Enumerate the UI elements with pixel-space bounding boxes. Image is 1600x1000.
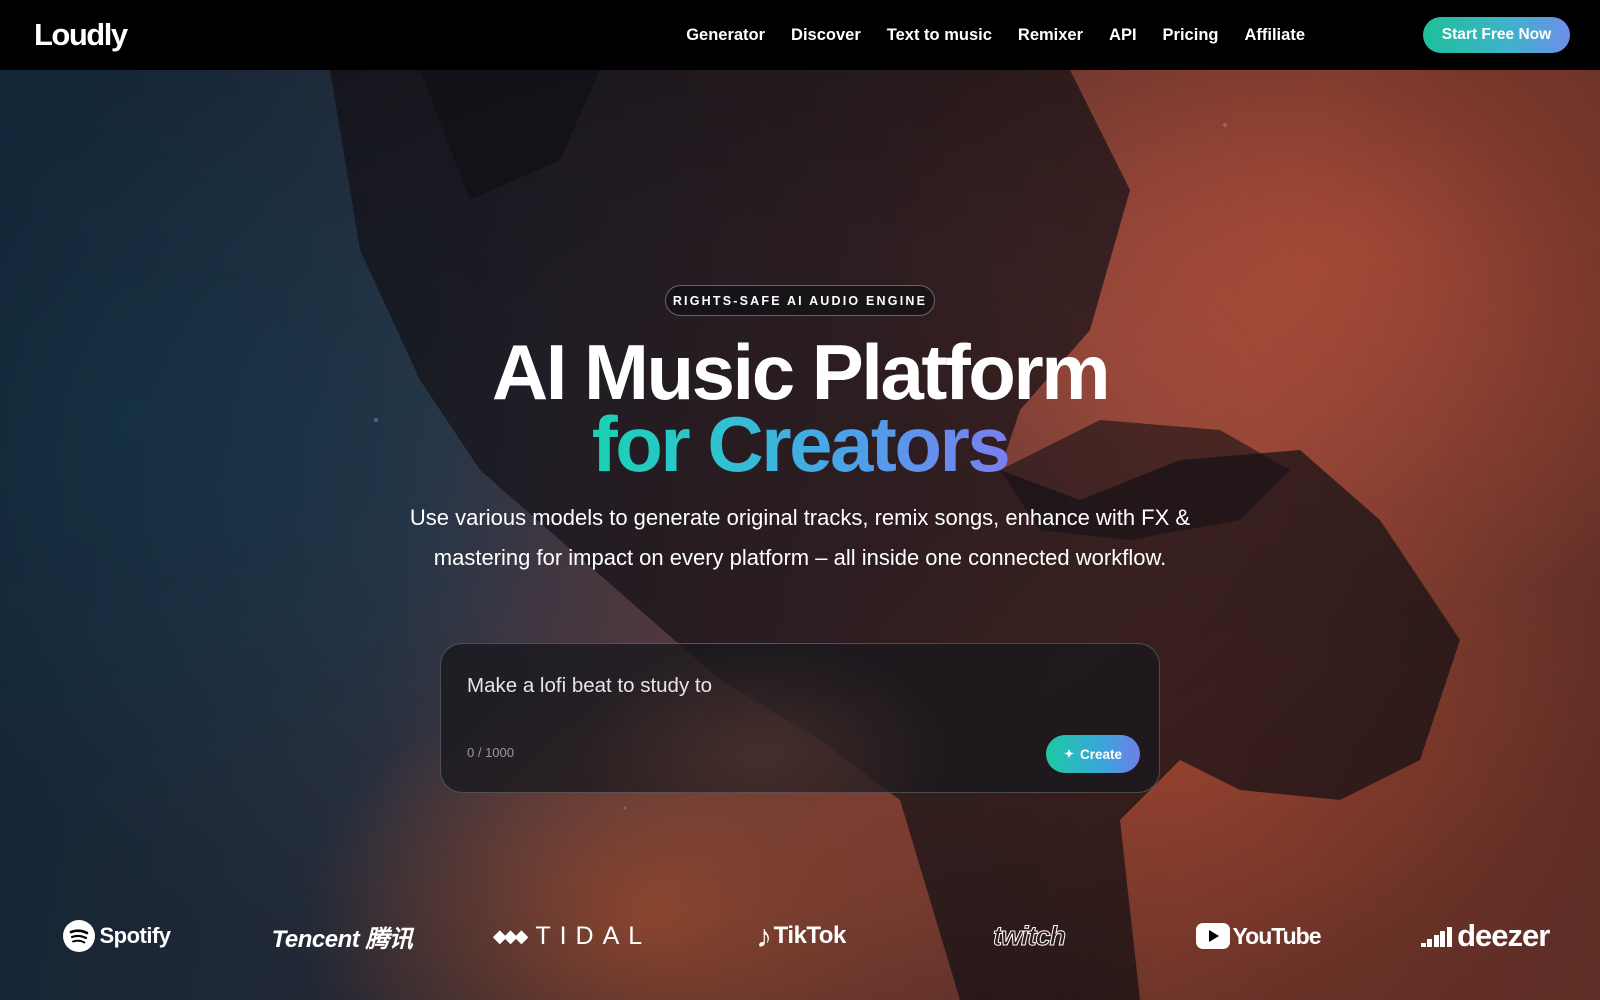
youtube-logo: YouTube (1195, 912, 1321, 960)
create-button[interactable]: ✦ Create (1046, 735, 1140, 773)
top-navigation: Loudly Generator Discover Text to music … (0, 0, 1600, 70)
twitch-logo: twitch (986, 912, 1072, 960)
deezer-logo: deezer (1414, 912, 1556, 960)
nav-link-generator[interactable]: Generator (686, 26, 765, 45)
hero-title-gradient-text: for Creators (591, 400, 1011, 488)
hero-subtitle: Use various models to generate original … (380, 498, 1220, 578)
nav-link-affiliate[interactable]: Affiliate (1244, 26, 1305, 45)
hero-subtitle-line: mastering for impact on every platform –… (433, 545, 1167, 570)
tiktok-wordmark: TikTok (773, 922, 847, 949)
tidal-wordmark: TIDAL (535, 921, 652, 950)
deezer-wordmark: deezer (1457, 918, 1550, 953)
tidal-logo: ◆◆◆ TIDAL (492, 912, 652, 960)
nav-link-text-to-music[interactable]: Text to music (887, 26, 992, 45)
tiktok-note-icon: ♪ (756, 917, 772, 954)
spotify-wordmark: Spotify (99, 923, 171, 948)
twitch-wordmark: twitch (993, 920, 1067, 951)
hero-title-highlight: for Creators (0, 402, 1600, 486)
deezer-equalizer-icon (1420, 925, 1454, 947)
hero-subtitle-line: Use various models to generate original … (409, 505, 1191, 530)
prompt-box[interactable]: Make a lofi beat to study to 0 / 1000 ✦ … (440, 643, 1160, 793)
spotify-icon (63, 920, 96, 952)
create-button-label: Create (1080, 746, 1123, 762)
tiktok-logo: ♪ TikTok (742, 912, 860, 960)
spotify-logo: Spotify (62, 912, 172, 960)
nav-link-remixer[interactable]: Remixer (1018, 26, 1083, 45)
tidal-diamond-icon: ◆◆◆ (492, 925, 528, 946)
tencent-logo: Tencent 腾讯 (266, 912, 418, 960)
youtube-play-icon (1195, 923, 1230, 949)
youtube-wordmark: YouTube (1232, 922, 1322, 949)
hero-badge: RIGHTS-SAFE AI AUDIO ENGINE (665, 285, 935, 316)
prompt-input[interactable]: Make a lofi beat to study to (467, 674, 712, 698)
loudly-logo[interactable]: Loudly (34, 17, 128, 53)
character-counter: 0 / 1000 (467, 745, 514, 760)
nav-link-api[interactable]: API (1109, 26, 1137, 45)
nav-link-discover[interactable]: Discover (791, 26, 861, 45)
nav-links: Generator Discover Text to music Remixer… (660, 17, 1570, 53)
nav-link-pricing[interactable]: Pricing (1163, 26, 1219, 45)
start-free-now-button[interactable]: Start Free Now (1423, 17, 1570, 53)
sparkle-icon: ✦ (1063, 747, 1075, 761)
tencent-wordmark: Tencent 腾讯 (271, 925, 413, 953)
